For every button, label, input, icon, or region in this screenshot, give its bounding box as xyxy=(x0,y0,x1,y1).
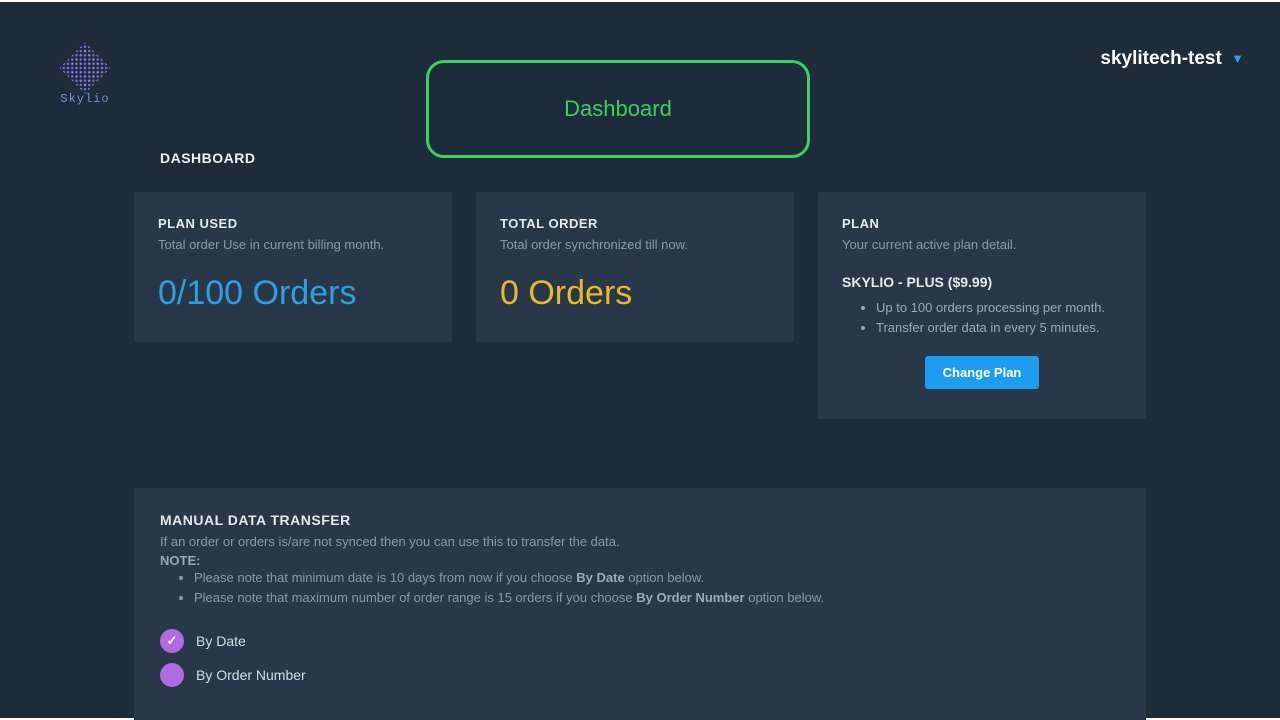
account-name: skylitech-test xyxy=(1100,48,1221,69)
chevron-down-icon: ▼ xyxy=(1231,51,1244,66)
card-title: TOTAL ORDER xyxy=(500,216,770,231)
radio-icon xyxy=(160,663,184,687)
radio-by-order-number[interactable]: By Order Number xyxy=(160,663,1120,687)
stat-cards-row: PLAN USED Total order Use in current bil… xyxy=(134,192,1146,419)
radio-label: By Date xyxy=(196,633,246,649)
plan-feature: Transfer order data in every 5 minutes. xyxy=(876,318,1122,338)
card-total-order: TOTAL ORDER Total order synchronized til… xyxy=(476,192,794,342)
plan-name: SKYLIO - PLUS ($9.99) xyxy=(842,274,1122,290)
radio-by-date[interactable]: By Date xyxy=(160,629,1120,653)
brand-logo[interactable]: Skylio xyxy=(50,50,120,106)
total-order-value: 0 Orders xyxy=(500,274,770,313)
card-subtitle: Total order synchronized till now. xyxy=(500,237,770,252)
card-subtitle: Total order Use in current billing month… xyxy=(158,237,428,252)
transfer-mode-radios: By Date By Order Number xyxy=(160,629,1120,687)
logo-icon xyxy=(60,43,111,94)
card-plan-used: PLAN USED Total order Use in current bil… xyxy=(134,192,452,342)
tab-dashboard[interactable]: Dashboard xyxy=(426,60,810,158)
manual-note: Please note that maximum number of order… xyxy=(194,588,1120,608)
card-title: PLAN USED xyxy=(158,216,428,231)
radio-label: By Order Number xyxy=(196,667,306,683)
page-title: DASHBOARD xyxy=(160,150,256,166)
note-label: NOTE: xyxy=(160,553,1120,568)
brand-name: Skylio xyxy=(50,92,120,106)
card-manual-transfer: MANUAL DATA TRANSFER If an order or orde… xyxy=(134,488,1146,720)
manual-notes-list: Please note that minimum date is 10 days… xyxy=(194,568,1120,607)
plan-feature: Up to 100 orders processing per month. xyxy=(876,298,1122,318)
account-dropdown[interactable]: skylitech-test ▼ xyxy=(1100,48,1244,70)
change-plan-button[interactable]: Change Plan xyxy=(925,356,1040,389)
plan-feature-list: Up to 100 orders processing per month. T… xyxy=(876,298,1122,338)
app-root: Skylio skylitech-test ▼ Dashboard DASHBO… xyxy=(0,2,1280,718)
tab-label: Dashboard xyxy=(564,96,672,122)
card-plan: PLAN Your current active plan detail. SK… xyxy=(818,192,1146,419)
plan-used-value: 0/100 Orders xyxy=(158,274,428,313)
card-title: PLAN xyxy=(842,216,1122,231)
card-title: MANUAL DATA TRANSFER xyxy=(160,512,1120,528)
radio-icon xyxy=(160,629,184,653)
manual-note: Please note that minimum date is 10 days… xyxy=(194,568,1120,588)
manual-description: If an order or orders is/are not synced … xyxy=(160,534,1120,549)
card-subtitle: Your current active plan detail. xyxy=(842,237,1122,252)
